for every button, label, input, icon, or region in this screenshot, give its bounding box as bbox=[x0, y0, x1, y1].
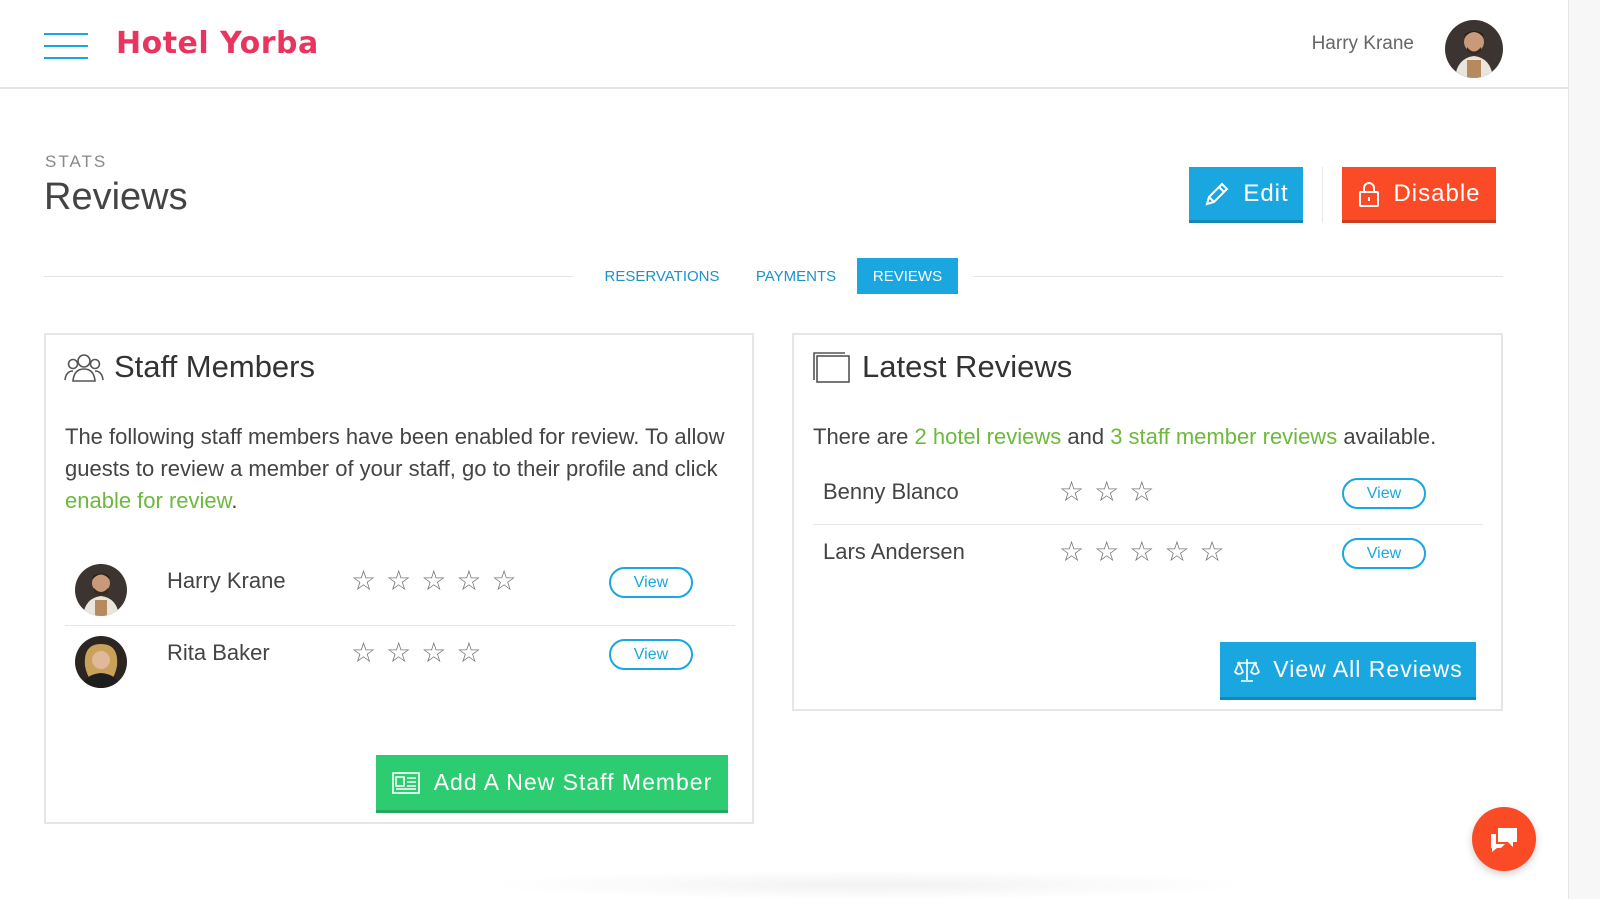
latest-reviews-title: Latest Reviews bbox=[862, 349, 1073, 384]
star-icon: ☆ bbox=[421, 637, 447, 668]
id-card-icon bbox=[391, 771, 420, 794]
tab-reviews[interactable]: REVIEWS bbox=[857, 258, 958, 294]
footer-shadow bbox=[480, 870, 1260, 899]
view-staff-button[interactable]: View bbox=[609, 567, 693, 598]
star-icon: ☆ bbox=[1129, 476, 1155, 507]
view-all-label: View All Reviews bbox=[1273, 656, 1463, 682]
lock-icon bbox=[1359, 181, 1380, 207]
star-icon: ☆ bbox=[1199, 536, 1225, 567]
add-staff-label: Add A New Staff Member bbox=[433, 769, 713, 795]
tab-line-left bbox=[44, 276, 573, 277]
add-staff-member-button[interactable]: Add A New Staff Member bbox=[376, 755, 728, 813]
star-icon: ☆ bbox=[456, 565, 482, 596]
staff-members-title: Staff Members bbox=[114, 349, 316, 384]
top-bar: Hotel Yorba Harry Krane bbox=[0, 0, 1568, 89]
window-icon bbox=[813, 352, 850, 383]
star-icon: ☆ bbox=[1059, 536, 1085, 567]
page-title: Reviews bbox=[44, 176, 188, 218]
star-icon: ☆ bbox=[456, 637, 482, 668]
star-icon: ☆ bbox=[351, 565, 377, 596]
disable-button[interactable]: Disable bbox=[1342, 167, 1496, 223]
staff-avatar-rita bbox=[75, 636, 127, 688]
reviews-intro-text: There are 2 hotel reviews and 3 staff me… bbox=[813, 424, 1437, 449]
view-all-reviews-button[interactable]: View All Reviews bbox=[1220, 642, 1476, 700]
star-icon: ☆ bbox=[1164, 536, 1190, 567]
hotel-reviews-link[interactable]: 2 hotel reviews bbox=[915, 424, 1062, 449]
row-divider bbox=[813, 524, 1483, 525]
staff-intro-text: The following staff members have been en… bbox=[65, 424, 725, 513]
star-icon: ☆ bbox=[1094, 536, 1120, 567]
staff-avatar-harry bbox=[75, 564, 127, 616]
pencil-icon bbox=[1205, 182, 1229, 205]
star-icon: ☆ bbox=[1129, 536, 1155, 567]
row-divider bbox=[65, 625, 735, 626]
staff-rating-stars: ☆ ☆ ☆ ☆ ☆ bbox=[351, 567, 517, 595]
reviewed-name: Lars Andersen bbox=[823, 539, 965, 564]
staff-reviews-link[interactable]: 3 staff member reviews bbox=[1110, 424, 1337, 449]
star-icon: ☆ bbox=[386, 637, 412, 668]
user-name[interactable]: Harry Krane bbox=[1312, 33, 1414, 55]
reviewed-name: Benny Blanco bbox=[823, 479, 959, 504]
star-icon: ☆ bbox=[351, 637, 377, 668]
review-rating-stars: ☆ ☆ ☆ ☆ ☆ bbox=[1059, 538, 1225, 566]
scrollbar[interactable] bbox=[1568, 0, 1600, 899]
edit-button[interactable]: Edit bbox=[1189, 167, 1303, 223]
star-icon: ☆ bbox=[491, 565, 517, 596]
latest-reviews-card: Latest Reviews There are 2 hotel reviews… bbox=[792, 333, 1503, 711]
review-rating-stars: ☆ ☆ ☆ bbox=[1059, 478, 1154, 506]
star-icon: ☆ bbox=[1094, 476, 1120, 507]
view-review-button[interactable]: View bbox=[1342, 478, 1426, 509]
staff-rating-stars: ☆ ☆ ☆ ☆ bbox=[351, 639, 481, 667]
tab-reservations[interactable]: RESERVATIONS bbox=[594, 258, 730, 294]
users-icon bbox=[64, 354, 104, 382]
chat-bubbles-icon bbox=[1491, 828, 1517, 852]
star-icon: ☆ bbox=[421, 565, 447, 596]
tab-payments[interactable]: PAYMENTS bbox=[744, 258, 848, 294]
view-staff-button[interactable]: View bbox=[609, 639, 693, 670]
chat-button[interactable] bbox=[1472, 807, 1536, 871]
button-divider bbox=[1322, 167, 1323, 223]
tab-line-right bbox=[973, 276, 1503, 277]
breadcrumb: STATS bbox=[45, 152, 108, 171]
hamburger-menu-icon[interactable] bbox=[44, 31, 88, 61]
staff-name: Rita Baker bbox=[167, 640, 270, 665]
edit-label: Edit bbox=[1243, 179, 1289, 207]
star-icon: ☆ bbox=[386, 565, 412, 596]
staff-members-card: Staff Members The following staff member… bbox=[44, 333, 754, 824]
star-icon: ☆ bbox=[1059, 476, 1085, 507]
brand-logo[interactable]: Hotel Yorba bbox=[116, 26, 319, 61]
staff-name: Harry Krane bbox=[167, 568, 286, 593]
view-review-button[interactable]: View bbox=[1342, 538, 1426, 569]
enable-for-review-link[interactable]: enable for review bbox=[65, 488, 231, 513]
user-avatar[interactable] bbox=[1445, 20, 1503, 78]
scales-icon bbox=[1234, 658, 1261, 682]
disable-label: Disable bbox=[1393, 179, 1481, 207]
